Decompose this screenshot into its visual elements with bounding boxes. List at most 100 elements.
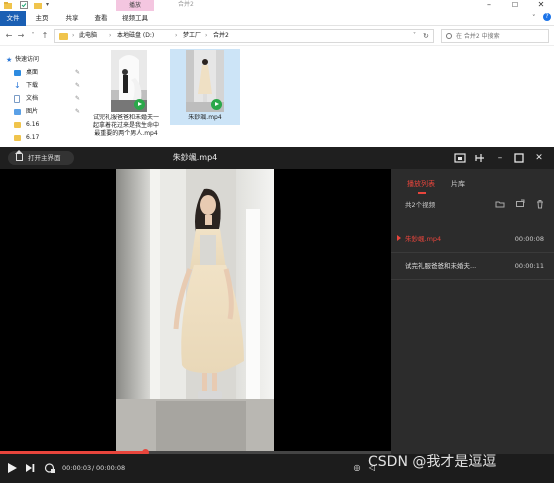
playlist-item[interactable]: 试完礼服爸爸和未婚夫... 00:00:11 [391,253,554,279]
close-button[interactable]: ✕ [533,152,545,164]
next-track-icon[interactable] [24,462,36,474]
tab-library[interactable]: 片库 [451,179,465,189]
ribbon-tabs: 文件 主页 共享 查看 视频工具 ˅ ? [0,11,554,26]
close-button[interactable]: ✕ [530,0,552,11]
address-bar[interactable]: › 此电脑 › 本地磁盘 (D:) › 梦工厂 › 合并2 ˅ ↻ [54,29,434,43]
maximize-button[interactable] [513,152,525,164]
nav-item-documents[interactable]: 文档 ✎ [8,93,86,105]
add-folder-icon[interactable] [495,199,505,209]
pin-icon[interactable]: ✎ [75,67,80,79]
new-folder-icon[interactable] [34,1,42,9]
video-count: 共2个视频 [405,201,436,209]
tab-view[interactable]: 查看 [89,11,113,26]
document-icon [14,95,20,103]
search-box[interactable] [441,29,549,43]
nav-item-downloads[interactable]: ↓ 下载 ✎ [8,80,86,92]
breadcrumb-separator: › [205,32,208,39]
refresh-icon[interactable]: ↻ [423,30,429,42]
open-main-interface-button[interactable]: 打开主界面 [8,150,74,165]
file-name: 试完礼服爸爸和未婚夫一起拿着花过来是我生命中最重要的两个男人.mp4 [92,114,159,137]
tab-file[interactable]: 文件 [0,11,26,26]
address-dropdown-icon[interactable]: ˅ [413,30,416,42]
playlist-item-title: 试完礼服爸爸和未婚夫... [405,262,477,270]
forward-arrow-icon[interactable]: → [16,30,26,42]
home-icon [15,150,23,161]
tab-playlist[interactable]: 播放列表 [407,179,435,189]
pin-icon[interactable]: ✎ [75,93,80,105]
player-titlebar: 打开主界面 朱鈔颯.mp4 – ✕ [0,147,554,169]
active-tab-indicator [418,192,426,194]
playlist-item-duration: 00:00:08 [514,235,544,243]
breadcrumb-separator: › [109,32,112,39]
play-badge-icon [134,99,145,110]
time-separator: / [92,464,95,472]
breadcrumb-local-disk[interactable]: 本地磁盘 (D:) [117,30,154,42]
folder-icon [14,135,21,141]
breadcrumb-dreamfactory[interactable]: 梦工厂 [183,30,201,42]
folder-icon[interactable] [4,1,12,9]
breadcrumb-this-pc[interactable]: 此电脑 [79,30,97,42]
file-name: 朱鈔颯.mp4 [188,114,222,121]
pin-icon[interactable]: ✎ [75,80,80,92]
video-frame[interactable] [116,169,274,451]
video-thumbnail [186,50,224,112]
playlist-item-title: 朱鈔颯.mp4 [405,235,442,243]
watermark: CSDN @我才是逗逗 [368,454,497,470]
breadcrumb-current[interactable]: 合并2 [213,30,229,42]
breadcrumb-separator: › [175,32,178,39]
add-file-icon[interactable] [515,199,525,209]
tab-share[interactable]: 共享 [60,11,84,26]
back-arrow-icon[interactable]: ← [4,30,14,42]
video-player-window: 打开主界面 朱鈔颯.mp4 – ✕ 播放列表 片库 共2个视频 朱鈔颯.mp4 … [0,147,554,483]
search-icon [446,33,452,39]
delete-icon[interactable] [535,199,545,209]
chevron-down-icon[interactable]: ˅ [532,14,536,22]
pin-icon[interactable]: ✎ [75,106,80,118]
nav-item-quick-access[interactable]: ★ 快速访问 [2,54,80,66]
star-icon: ★ [6,56,13,64]
tab-home[interactable]: 主页 [30,11,54,26]
play-icon[interactable] [6,462,18,474]
navigation-pane: ★ 快速访问 桌面 ✎ ↓ 下载 ✎ 文档 ✎ 图片 ✎ 6.16 6.17 [0,50,88,150]
folder-icon [59,33,68,40]
minimize-button[interactable]: – [494,152,506,164]
ribbon-context-tab[interactable]: 播放 [116,0,154,11]
video-stage[interactable] [0,169,391,451]
tab-video-tools[interactable]: 视频工具 [116,11,154,26]
time-current: 00:00:03 [62,464,92,472]
breadcrumb-separator: › [72,32,75,39]
screenshot-icon[interactable] [454,152,466,164]
folder-icon [14,122,21,128]
address-row: ← → ˅ ↑ › 此电脑 › 本地磁盘 (D:) › 梦工厂 › 合并2 ˅ … [0,26,554,46]
maximize-button[interactable]: ☐ [504,0,526,11]
time-total: 00:00:08 [96,464,126,472]
nav-item-desktop[interactable]: 桌面 ✎ [8,67,86,79]
recent-dropdown-icon[interactable]: ˅ [28,30,38,42]
explorer-titlebar: ▾ 播放 合并2 – ☐ ✕ [0,0,554,11]
picture-icon [14,109,21,115]
now-playing-icon [397,235,401,241]
video-thumbnail [111,50,147,112]
download-icon: ↓ [14,81,21,90]
nav-item-folder-617[interactable]: 6.17 [8,132,86,144]
pin-on-top-icon[interactable] [474,152,486,164]
up-arrow-icon[interactable]: ↑ [40,30,50,42]
help-icon[interactable]: ? [543,13,551,21]
playlist-panel: 播放列表 片库 共2个视频 朱鈔颯.mp4 00:00:08 试完礼服爸爸和未婚… [391,169,554,454]
divider [391,279,554,280]
checkbox-icon[interactable] [20,1,28,9]
file-explorer-window: ▾ 播放 合并2 – ☐ ✕ 文件 主页 共享 查看 视频工具 ˅ ? ← → … [0,0,554,150]
stop-icon[interactable] [44,462,56,474]
desktop-icon [14,70,21,76]
playlist-item-active[interactable]: 朱鈔颯.mp4 00:00:08 [391,226,554,252]
nav-item-pictures[interactable]: 图片 ✎ [8,106,86,118]
dropdown-icon[interactable]: ▾ [46,1,54,9]
settings-icon[interactable]: ◎ [351,462,363,474]
search-input[interactable] [456,30,546,42]
playlist-item-duration: 00:00:11 [514,262,544,270]
window-title: 合并2 [178,1,194,8]
play-badge-icon [211,99,222,110]
video-title: 朱鈔颯.mp4 [172,153,218,162]
minimize-button[interactable]: – [478,0,500,11]
nav-item-folder-616[interactable]: 6.16 [8,119,86,131]
